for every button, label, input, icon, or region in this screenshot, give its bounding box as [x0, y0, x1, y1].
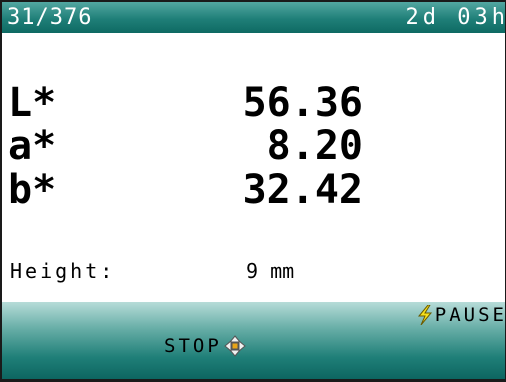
reading-label-b: b* [8, 167, 57, 213]
reading-value-b: 32.42 [242, 167, 363, 213]
status-bar: 31/376 2d 03h [2, 2, 505, 33]
measurement-counter: 31/376 [7, 5, 93, 30]
elapsed-time: 2d 03h [405, 5, 505, 30]
reading-label-l: L* [8, 80, 57, 126]
height-value: 9 mm [246, 259, 295, 283]
device-screen: 31/376 2d 03h L* 56.36 a* 8.20 b* 32.42 … [2, 2, 505, 379]
reading-value-l: 56.36 [242, 80, 363, 126]
pause-label: PAUSE [434, 304, 505, 326]
pause-button[interactable]: PAUSE [417, 302, 505, 328]
softkey-bar: PAUSE STOP [2, 302, 505, 379]
reading-value-a: 8.20 [266, 123, 363, 169]
four-way-arrow-icon [223, 335, 246, 357]
reading-label-a: a* [8, 123, 57, 169]
stop-button[interactable]: STOP [164, 332, 246, 360]
stop-label: STOP [164, 335, 222, 357]
lightning-bolt-icon [417, 305, 432, 325]
height-label: Height: [10, 259, 116, 283]
